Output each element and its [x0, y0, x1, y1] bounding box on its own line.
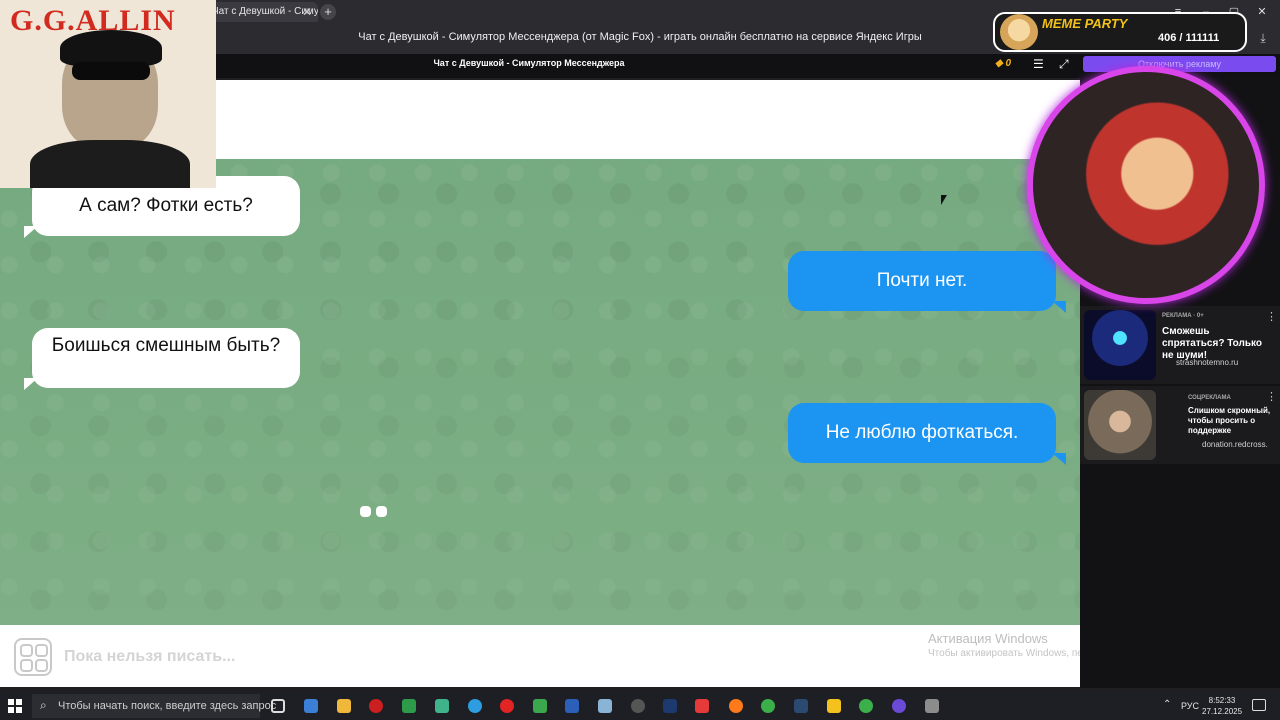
- ad-label: СОЦРЕКЛАМА: [1188, 395, 1231, 401]
- typing-indicator-dot: [376, 506, 387, 517]
- chrome-icon[interactable]: [761, 699, 775, 713]
- clock-date: 27.12.2025: [1202, 707, 1243, 716]
- download-icon[interactable]: ⤓: [1255, 31, 1271, 47]
- taskbar-search-placeholder: Чтобы начать поиск, введите здесь запрос: [58, 700, 277, 712]
- app-icon[interactable]: [533, 699, 547, 713]
- firefox-icon[interactable]: [729, 699, 743, 713]
- webcam-overlay: [1027, 66, 1265, 304]
- ad-source: strashnotemno.ru: [1176, 358, 1239, 367]
- telegram-icon[interactable]: [468, 699, 482, 713]
- app-icon[interactable]: [304, 699, 318, 713]
- file-explorer-icon[interactable]: [337, 699, 351, 713]
- windows-activation-title: Активация Windows: [928, 631, 1048, 646]
- ad-card[interactable]: РЕКЛАМА · 0+ Сможешь спрятаться? Только …: [1080, 306, 1280, 384]
- taskbar-clock[interactable]: 8:52:33 27.12.2025: [1202, 695, 1242, 717]
- mouse-cursor-icon: [941, 195, 947, 205]
- chat-message-input[interactable]: [64, 646, 564, 668]
- photo-caption: G.G.ALLIN: [10, 4, 176, 37]
- meme-party-title: MEME PARTY: [1042, 16, 1128, 31]
- app-icon[interactable]: [892, 699, 906, 713]
- chrome-icon[interactable]: [859, 699, 873, 713]
- obs-icon[interactable]: [631, 699, 645, 713]
- typing-indicator-dot: [360, 506, 371, 517]
- coin-value: 0: [1005, 58, 1012, 69]
- close-tab-icon[interactable]: ✕: [300, 2, 314, 22]
- yandex-browser-icon[interactable]: [695, 699, 709, 713]
- ad-title: Слишком скромный, чтобы просить о поддер…: [1188, 406, 1271, 435]
- bubble-tail: [24, 378, 38, 390]
- ad-card[interactable]: СОЦРЕКЛАМА Слишком скромный, чтобы проси…: [1080, 386, 1280, 464]
- windows-start-icon[interactable]: [8, 699, 22, 713]
- close-window-icon[interactable]: ✕: [1254, 4, 1270, 20]
- tray-expand-icon[interactable]: ⌃: [1163, 699, 1171, 710]
- task-view-icon[interactable]: [271, 699, 285, 713]
- word-icon[interactable]: [565, 699, 579, 713]
- app-icon[interactable]: [827, 699, 841, 713]
- doge-icon: [1000, 14, 1038, 50]
- coin-counter: ◆ 0: [995, 58, 1012, 69]
- incoming-message: Боишься смешным быть?: [32, 328, 300, 388]
- more-options-icon[interactable]: ⋮: [1266, 390, 1277, 403]
- clock-time: 8:52:33: [1208, 696, 1236, 705]
- bubble-tail: [24, 226, 38, 238]
- app-icon[interactable]: [598, 699, 612, 713]
- notifications-icon[interactable]: [1252, 699, 1266, 711]
- sunglasses-shape: [72, 62, 150, 80]
- bubble-tail: [1052, 453, 1066, 465]
- ad-thumbnail: [1084, 390, 1156, 460]
- new-tab-button[interactable]: +: [320, 4, 336, 20]
- page-title: Чат с Девушкой - Симулятор Мессенджера (…: [358, 31, 922, 43]
- app-icon[interactable]: [925, 699, 939, 713]
- steam-icon[interactable]: [794, 699, 808, 713]
- game-title: Чат с Девушкой - Симулятор Мессенджера: [433, 58, 625, 68]
- app-icon[interactable]: [402, 699, 416, 713]
- game-top-area: [216, 80, 1080, 160]
- photoshop-icon[interactable]: [663, 699, 677, 713]
- ad-source: donation.redcross.: [1202, 440, 1268, 449]
- overlay-photo: G.G.ALLIN: [0, 0, 216, 188]
- ad-thumbnail: [1084, 310, 1156, 380]
- jacket-shape: [30, 140, 190, 188]
- fullscreen-icon[interactable]: ⤢: [1059, 57, 1069, 72]
- outgoing-message: Почти нет.: [788, 251, 1056, 311]
- opera-gx-icon[interactable]: [500, 699, 514, 713]
- disable-ads-button[interactable]: Отключить рекламу: [1083, 56, 1276, 72]
- search-icon: ⌕: [40, 698, 47, 712]
- ad-title: Сможешь спрятаться? Только не шуми!: [1162, 326, 1263, 361]
- meme-party-counter: 406 / 111111: [1158, 32, 1220, 44]
- game-menu-icon[interactable]: ☰: [1033, 57, 1044, 71]
- outgoing-message: Не люблю фоткаться.: [788, 403, 1056, 463]
- bubble-tail: [1052, 301, 1066, 313]
- ad-label: РЕКЛАМА · 0+: [1162, 313, 1204, 319]
- language-indicator[interactable]: РУС: [1181, 701, 1199, 711]
- grid-menu-icon[interactable]: [14, 638, 52, 676]
- more-options-icon[interactable]: ⋮: [1266, 310, 1277, 323]
- opera-icon[interactable]: [369, 699, 383, 713]
- app-icon[interactable]: [435, 699, 449, 713]
